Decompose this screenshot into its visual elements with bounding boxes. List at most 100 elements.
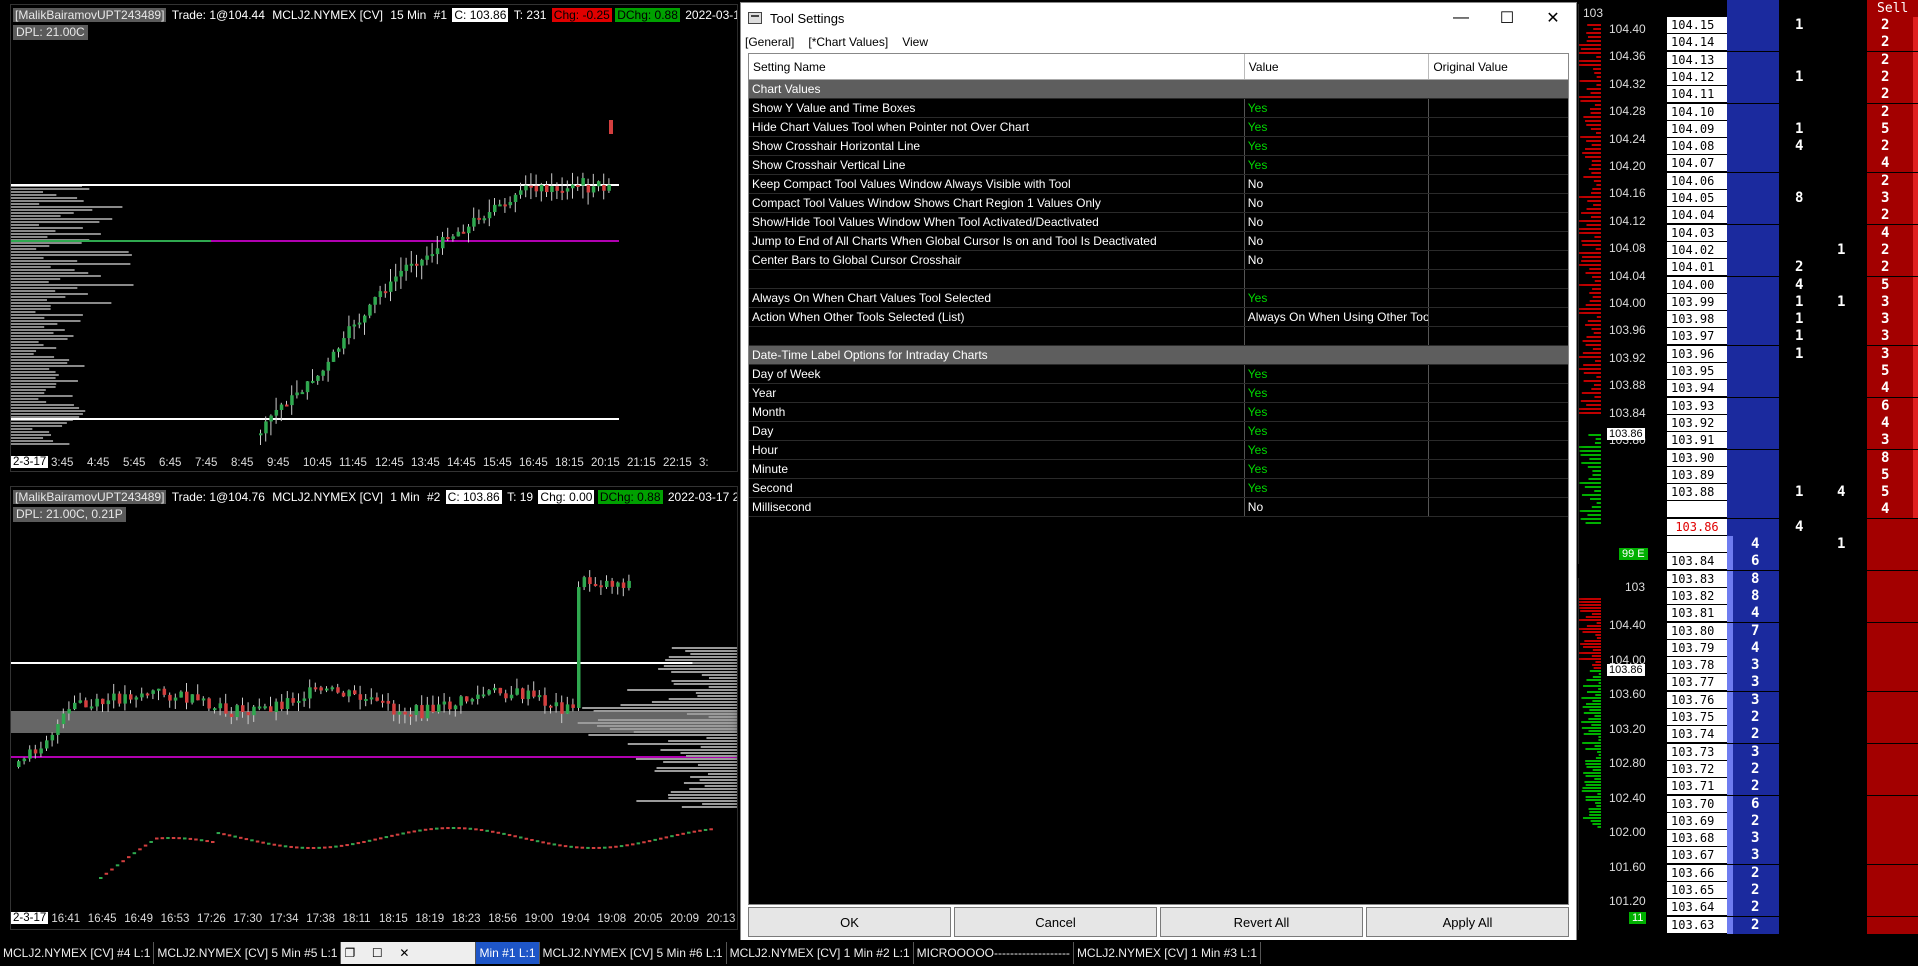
settings-row[interactable]: Hide Chart Values Tool when Pointer not … bbox=[749, 118, 1568, 137]
settings-row[interactable]: Show/Hide Tool Values Window When Tool A… bbox=[749, 213, 1568, 232]
ladder-row[interactable]: 103.68 3 bbox=[1655, 830, 1918, 848]
setting-value[interactable]: No bbox=[1245, 498, 1430, 516]
ladder-price[interactable]: 103.69 bbox=[1667, 812, 1727, 829]
setting-value[interactable]: Always On When Using Other Tool bbox=[1245, 308, 1430, 326]
ladder-price[interactable]: 103.70 bbox=[1667, 795, 1727, 812]
ladder-ask-size[interactable]: 4 bbox=[1867, 414, 1918, 432]
ladder-row[interactable]: 103.84 6 bbox=[1655, 553, 1918, 571]
ladder-row[interactable]: 103.82 8 bbox=[1655, 587, 1918, 605]
ladder-bid-size[interactable] bbox=[1727, 293, 1779, 311]
revert-all-button[interactable]: Revert All bbox=[1160, 907, 1363, 937]
ladder-price[interactable]: 103.95 bbox=[1667, 363, 1727, 379]
depth-of-market-ladder[interactable]: Sell 104.15 1 2 104.14 2 104.13 2 104.12 1 2 104.1… bbox=[1655, 0, 1918, 940]
setting-value[interactable]: Yes bbox=[1245, 289, 1430, 307]
ladder-row[interactable]: 103.78 3 bbox=[1655, 657, 1918, 675]
ladder-row[interactable]: 104.07 4 bbox=[1655, 155, 1918, 173]
ladder-row[interactable]: 103.93 6 bbox=[1655, 397, 1918, 415]
ladder-price[interactable]: 103.67 bbox=[1667, 847, 1727, 864]
ladder-row[interactable]: 104.09 1 5 bbox=[1655, 120, 1918, 138]
ladder-row[interactable]: 103.89 5 bbox=[1655, 466, 1918, 484]
ladder-price[interactable]: 103.71 bbox=[1667, 778, 1727, 795]
setting-value[interactable]: Yes bbox=[1245, 422, 1430, 440]
ladder-ask-size[interactable] bbox=[1867, 899, 1918, 917]
settings-row[interactable]: Month Yes bbox=[749, 403, 1568, 422]
ladder-price[interactable]: 103.79 bbox=[1667, 639, 1727, 656]
ladder-price[interactable]: 103.65 bbox=[1667, 882, 1727, 898]
setting-value[interactable]: No bbox=[1245, 194, 1430, 212]
settings-row[interactable]: Jump to End of All Charts When Global Cu… bbox=[749, 232, 1568, 251]
ladder-price[interactable]: 103.78 bbox=[1667, 657, 1727, 674]
menu-chart-values[interactable]: [*Chart Values] bbox=[808, 35, 888, 49]
ladder-bid-size[interactable] bbox=[1727, 68, 1779, 86]
minimized-window-controls[interactable]: ❐ ☐ ✕ bbox=[341, 942, 477, 964]
ladder-bid-size[interactable]: 3 bbox=[1727, 657, 1779, 675]
ladder-price[interactable] bbox=[1667, 501, 1727, 518]
ladder-bid-size[interactable] bbox=[1727, 397, 1779, 415]
close-button[interactable]: ✕ bbox=[1530, 3, 1576, 33]
ladder-bid-size[interactable] bbox=[1727, 120, 1779, 138]
ladder-bid-size[interactable]: 3 bbox=[1727, 847, 1779, 865]
ladder-price[interactable]: 103.76 bbox=[1667, 691, 1727, 708]
ladder-bid-size[interactable]: 4 bbox=[1727, 639, 1779, 657]
ladder-bid-size[interactable]: 2 bbox=[1727, 864, 1779, 882]
ladder-bid-size[interactable]: 4 bbox=[1727, 605, 1779, 623]
ladder-price[interactable]: 103.64 bbox=[1667, 899, 1727, 916]
ladder-ask-size[interactable] bbox=[1867, 812, 1918, 830]
ladder-row[interactable]: 104.06 2 bbox=[1655, 172, 1918, 190]
column-setting-name[interactable]: Setting Name bbox=[749, 54, 1245, 79]
ladder-bid-size[interactable]: 2 bbox=[1727, 778, 1779, 796]
ladder-ask-size[interactable] bbox=[1867, 570, 1918, 588]
maximize-button[interactable]: ☐ bbox=[1484, 3, 1530, 33]
ladder-price[interactable]: 103.73 bbox=[1667, 743, 1727, 760]
setting-value[interactable]: No bbox=[1245, 213, 1430, 231]
ladder-price[interactable]: 103.91 bbox=[1667, 432, 1727, 449]
ladder-ask-size[interactable]: 2 bbox=[1867, 17, 1918, 34]
restore-icon[interactable]: ❐ bbox=[344, 946, 355, 960]
minimize-button[interactable]: — bbox=[1438, 3, 1484, 33]
settings-row[interactable]: Hour Yes bbox=[749, 441, 1568, 460]
ladder-ask-size[interactable]: 2 bbox=[1867, 86, 1918, 104]
ladder-row[interactable]: 104.03 4 bbox=[1655, 224, 1918, 242]
ladder-bid-size[interactable] bbox=[1727, 17, 1779, 34]
ladder-ask-size[interactable]: 5 bbox=[1867, 484, 1918, 502]
ladder-row[interactable]: 103.94 4 bbox=[1655, 380, 1918, 398]
setting-value[interactable]: No bbox=[1245, 251, 1430, 269]
setting-value[interactable]: Yes bbox=[1245, 479, 1430, 497]
ladder-row[interactable]: 103.92 4 bbox=[1655, 414, 1918, 432]
ladder-bid-size[interactable]: 4 bbox=[1727, 536, 1779, 553]
ladder-price[interactable]: 103.99 bbox=[1667, 293, 1727, 310]
ladder-bid-size[interactable] bbox=[1727, 103, 1779, 121]
ladder-bid-size[interactable] bbox=[1727, 311, 1779, 329]
settings-row[interactable]: Second Yes bbox=[749, 479, 1568, 498]
ladder-row[interactable]: 103.97 1 3 bbox=[1655, 328, 1918, 346]
column-value[interactable]: Value bbox=[1245, 54, 1430, 79]
setting-value[interactable]: Yes bbox=[1245, 384, 1430, 402]
ladder-price[interactable]: 104.11 bbox=[1667, 86, 1727, 103]
ladder-row[interactable]: 103.65 2 bbox=[1655, 882, 1918, 899]
ladder-bid-size[interactable] bbox=[1727, 155, 1779, 173]
ladder-row[interactable]: 103.77 3 bbox=[1655, 674, 1918, 692]
ladder-price[interactable]: 103.84 bbox=[1667, 553, 1727, 570]
ladder-price[interactable]: 104.00 bbox=[1667, 276, 1727, 293]
ladder-bid-size[interactable] bbox=[1727, 432, 1779, 450]
ladder-ask-size[interactable] bbox=[1867, 553, 1918, 571]
ladder-price[interactable]: 104.09 bbox=[1667, 120, 1727, 137]
ladder-price[interactable]: 103.82 bbox=[1667, 587, 1727, 604]
ladder-price[interactable]: 104.01 bbox=[1667, 259, 1727, 276]
ladder-price[interactable] bbox=[1667, 536, 1727, 552]
cancel-button[interactable]: Cancel bbox=[954, 907, 1157, 937]
ladder-row[interactable]: 104.15 1 2 bbox=[1655, 17, 1918, 34]
ladder-price[interactable]: 103.80 bbox=[1667, 622, 1727, 639]
ladder-ask-size[interactable] bbox=[1867, 726, 1918, 744]
settings-row[interactable]: Compact Tool Values Window Shows Chart R… bbox=[749, 194, 1568, 213]
ladder-row[interactable]: 104.11 2 bbox=[1655, 86, 1918, 104]
ladder-price[interactable]: 103.90 bbox=[1667, 449, 1727, 466]
ladder-ask-size[interactable] bbox=[1867, 657, 1918, 675]
ladder-ask-size[interactable] bbox=[1867, 830, 1918, 848]
setting-value[interactable]: Yes bbox=[1245, 156, 1430, 174]
ladder-price[interactable]: 103.81 bbox=[1667, 605, 1727, 622]
menu-view[interactable]: View bbox=[902, 35, 928, 49]
ladder-bid-size[interactable] bbox=[1727, 518, 1779, 536]
ladder-price[interactable]: 104.10 bbox=[1667, 103, 1727, 120]
ladder-price[interactable]: 103.97 bbox=[1667, 328, 1727, 345]
